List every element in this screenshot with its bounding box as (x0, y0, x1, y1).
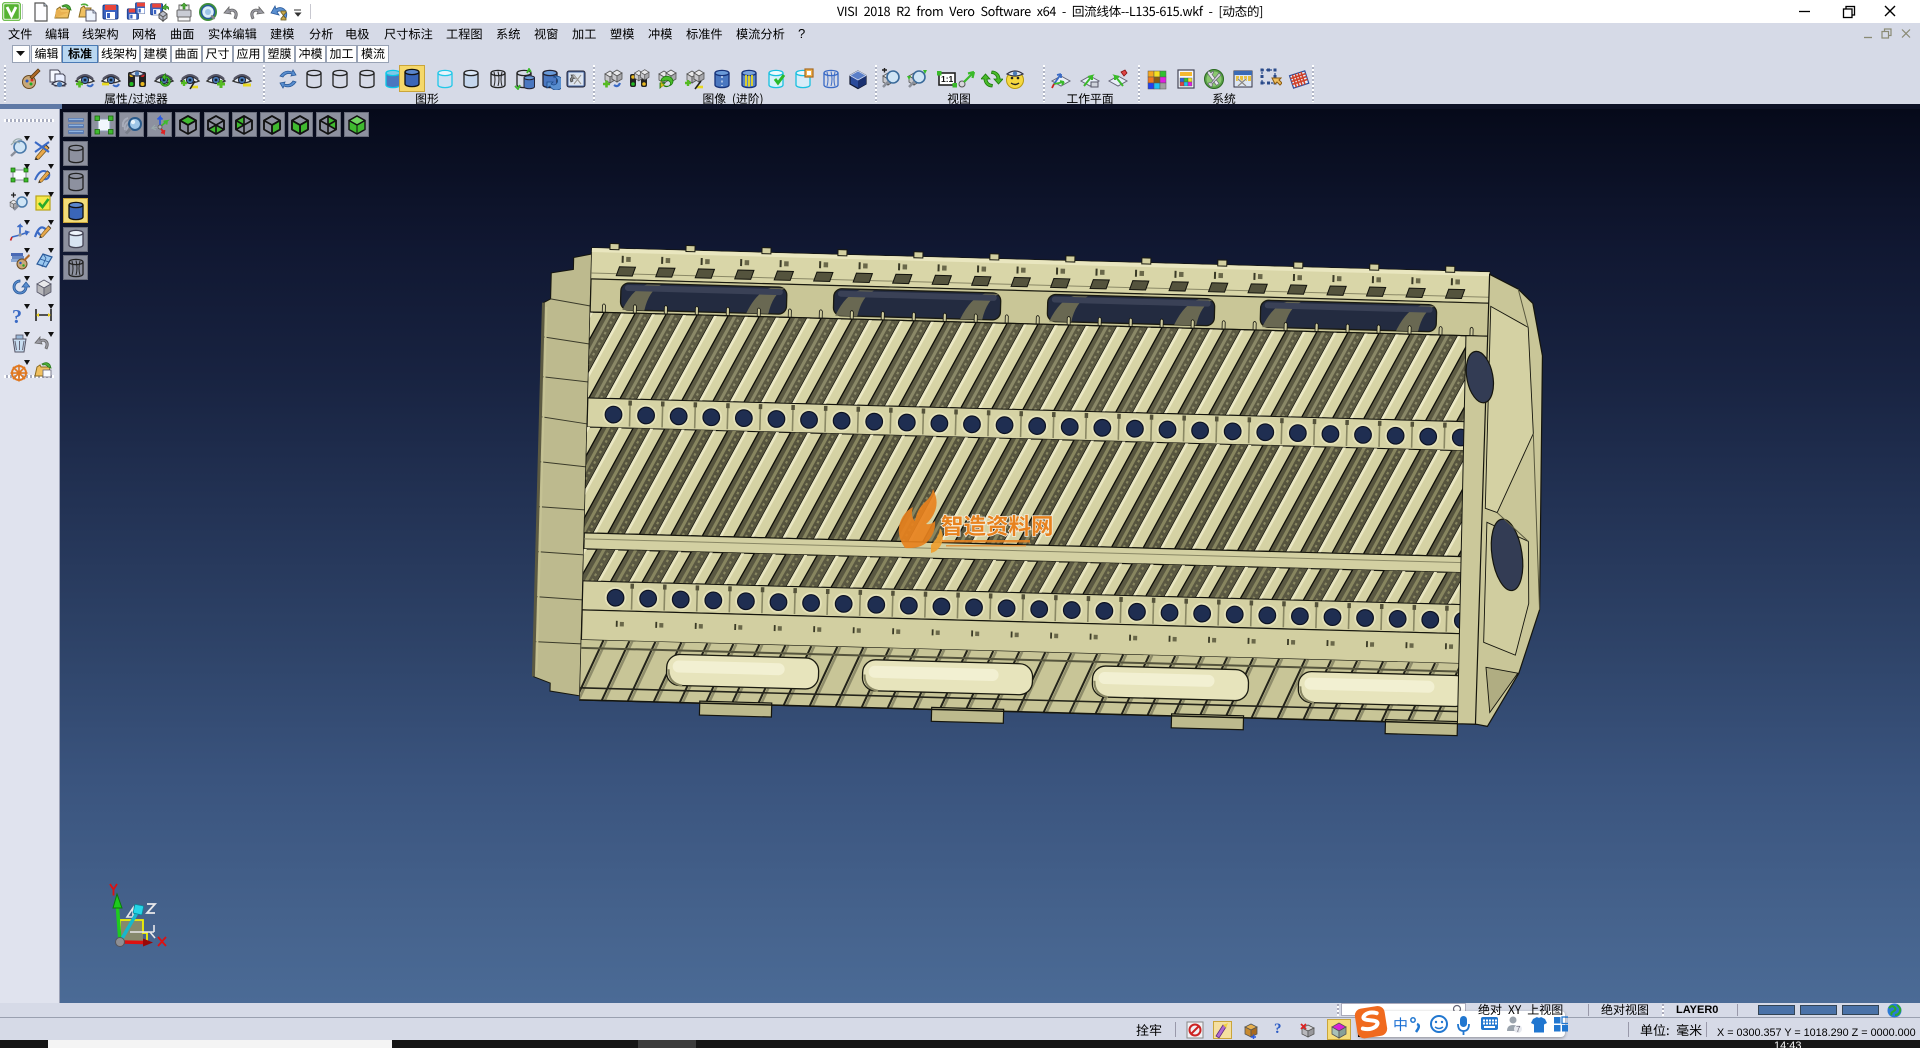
svg-text:7: 7 (1516, 1025, 1521, 1034)
